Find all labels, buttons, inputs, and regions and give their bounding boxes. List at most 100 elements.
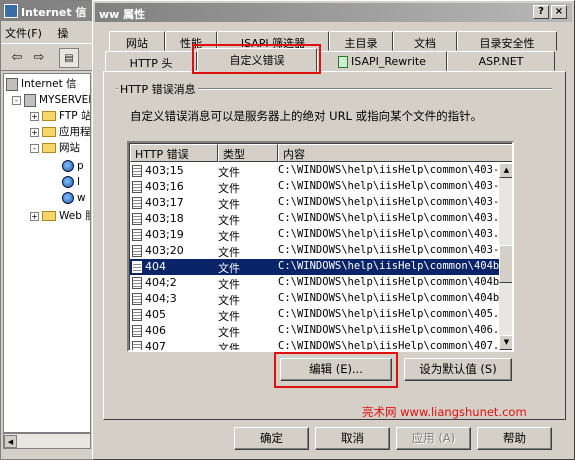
list-row[interactable]: 404 文件 C:\WINDOWS\help\iisHelp\common\404b… bbox=[130, 259, 499, 275]
tree-item-app-pools[interactable]: + 应用程 bbox=[30, 124, 90, 140]
apply-button[interactable]: 应用 (A) bbox=[396, 427, 471, 450]
content-path-cell: C:\WINDOWS\help\iisHelp\common\403-... bbox=[278, 196, 499, 208]
document-icon bbox=[132, 325, 142, 337]
menu-file[interactable]: 文件(F) bbox=[5, 27, 42, 40]
list-row[interactable]: 403;17 文件 C:\WINDOWS\help\iisHelp\common\4… bbox=[130, 195, 499, 211]
type-cell: 文件 bbox=[218, 342, 240, 350]
show-hide-tree-icon[interactable]: ▤ bbox=[59, 48, 79, 68]
content-path-cell: C:\WINDOWS\help\iisHelp\common\403-... bbox=[278, 244, 499, 256]
cancel-button[interactable]: 取消 bbox=[315, 427, 390, 450]
tree-item-site-p[interactable]: p bbox=[62, 158, 84, 174]
scroll-thumb[interactable] bbox=[499, 245, 512, 283]
document-icon bbox=[132, 277, 142, 289]
back-arrow-icon[interactable]: ⇦ bbox=[7, 48, 27, 68]
error-code-cell: 403;18 bbox=[132, 212, 184, 225]
tree-item-web-service[interactable]: +Web 服 bbox=[30, 208, 90, 224]
collapse-icon[interactable]: - bbox=[30, 143, 39, 153]
error-code-text: 404;3 bbox=[145, 292, 177, 305]
error-code-cell: 404;3 bbox=[132, 292, 177, 305]
content-path-cell: C:\WINDOWS\help\iisHelp\common\404b.h bbox=[278, 260, 499, 272]
help-title-button[interactable]: ? bbox=[533, 5, 549, 19]
edit-button[interactable]: 编辑 (E)... bbox=[280, 358, 392, 381]
type-cell: 文件 bbox=[218, 278, 240, 291]
list-vertical-scrollbar[interactable]: ▲ ▼ bbox=[499, 163, 512, 350]
content-path-cell: C:\WINDOWS\help\iisHelp\common\406.ht bbox=[278, 324, 499, 336]
list-row[interactable]: 403;15 文件 C:\WINDOWS\help\iisHelp\common\4… bbox=[130, 163, 499, 179]
content-path-cell: C:\WINDOWS\help\iisHelp\common\403.ht bbox=[278, 212, 499, 224]
folder-icon bbox=[42, 111, 56, 121]
error-code-text: 404;2 bbox=[145, 276, 177, 289]
type-cell: 文件 bbox=[218, 326, 240, 339]
help-button[interactable]: 帮助 bbox=[477, 427, 552, 450]
list-row[interactable]: 403;20 文件 C:\WINDOWS\help\iisHelp\common\4… bbox=[130, 243, 499, 259]
website-globe-icon bbox=[62, 176, 74, 188]
expand-icon[interactable]: + bbox=[30, 111, 39, 121]
document-icon bbox=[132, 341, 142, 350]
error-code-text: 403;17 bbox=[145, 196, 184, 209]
folder-icon bbox=[42, 127, 56, 137]
server-icon bbox=[24, 93, 36, 107]
scroll-left-icon[interactable]: ◀ bbox=[4, 435, 17, 448]
list-rows: 403;15 文件 C:\WINDOWS\help\iisHelp\common\4… bbox=[130, 163, 499, 350]
ok-button[interactable]: 确定 bbox=[234, 427, 309, 450]
tab-aspnet[interactable]: ASP.NET bbox=[447, 51, 555, 71]
type-cell: 文件 bbox=[218, 262, 240, 275]
list-row[interactable]: 407 文件 C:\WINDOWS\help\iisHelp\common\407.… bbox=[130, 339, 499, 350]
error-code-text: 403;20 bbox=[145, 244, 184, 257]
column-http-error[interactable]: HTTP 错误 bbox=[130, 144, 218, 162]
tree-item-site-w[interactable]: w bbox=[62, 190, 86, 206]
document-icon bbox=[132, 213, 142, 225]
list-row[interactable]: 404;2 文件 C:\WINDOWS\help\iisHelp\common\40… bbox=[130, 275, 499, 291]
menu-action[interactable]: 操 bbox=[57, 27, 68, 40]
collapse-icon[interactable]: - bbox=[12, 95, 21, 105]
dialog-titlebar: ww 属性 ? × bbox=[95, 3, 572, 22]
expand-icon[interactable]: + bbox=[30, 211, 39, 221]
document-icon bbox=[132, 245, 142, 257]
list-row[interactable]: 403;16 文件 C:\WINDOWS\help\iisHelp\common\4… bbox=[130, 179, 499, 195]
close-title-button[interactable]: × bbox=[551, 5, 567, 19]
type-cell: 文件 bbox=[218, 214, 240, 227]
tree-item-ftp[interactable]: + FTP 站 bbox=[30, 108, 90, 124]
tab-home-directory[interactable]: 主目录 bbox=[329, 31, 393, 51]
content-path-cell: C:\WINDOWS\help\iisHelp\common\405.ht bbox=[278, 308, 499, 320]
http-error-list[interactable]: HTTP 错误 类型 内容 403;15 文件 C:\WINDOWS\help\ii… bbox=[127, 141, 514, 352]
set-default-button[interactable]: 设为默认值 (S) bbox=[404, 358, 512, 381]
tree-item-websites[interactable]: - 网站 bbox=[30, 140, 80, 156]
tab-website[interactable]: 网站 bbox=[109, 31, 165, 51]
scroll-down-icon[interactable]: ▼ bbox=[499, 335, 512, 350]
tab-documents[interactable]: 文档 bbox=[393, 31, 457, 51]
error-code-cell: 403;16 bbox=[132, 180, 184, 193]
tree-item-internet[interactable]: Internet 信 bbox=[6, 76, 77, 92]
tab-directory-security[interactable]: 目录安全性 bbox=[457, 31, 557, 51]
column-content[interactable]: 内容 bbox=[278, 144, 512, 162]
list-row[interactable]: 404;3 文件 C:\WINDOWS\help\iisHelp\common\40… bbox=[130, 291, 499, 307]
list-row[interactable]: 406 文件 C:\WINDOWS\help\iisHelp\common\406.… bbox=[130, 323, 499, 339]
content-path-cell: C:\WINDOWS\help\iisHelp\common\404b.h bbox=[278, 276, 499, 288]
type-cell: 文件 bbox=[218, 310, 240, 323]
document-icon bbox=[132, 229, 142, 241]
document-icon bbox=[132, 261, 142, 273]
document-icon bbox=[132, 197, 142, 209]
tab-isapi-rewrite[interactable]: ISAPI_Rewrite bbox=[317, 51, 447, 71]
expand-icon[interactable]: + bbox=[30, 127, 39, 137]
scroll-up-icon[interactable]: ▲ bbox=[499, 163, 512, 178]
type-cell: 文件 bbox=[218, 294, 240, 307]
list-row[interactable]: 403;18 文件 C:\WINDOWS\help\iisHelp\common\4… bbox=[130, 211, 499, 227]
list-row[interactable]: 403;19 文件 C:\WINDOWS\help\iisHelp\common\4… bbox=[130, 227, 499, 243]
list-header: HTTP 错误 类型 内容 bbox=[130, 144, 512, 162]
tab-http-headers[interactable]: HTTP 头 bbox=[105, 51, 197, 71]
document-icon bbox=[132, 165, 142, 177]
content-path-cell: C:\WINDOWS\help\iisHelp\common\403.ht bbox=[278, 228, 499, 240]
error-code-cell: 403;17 bbox=[132, 196, 184, 209]
type-cell: 文件 bbox=[218, 198, 240, 211]
tree-item-site-l[interactable]: l bbox=[62, 174, 80, 190]
error-code-cell: 406 bbox=[132, 324, 166, 337]
tab-custom-errors[interactable]: 自定义错误 bbox=[197, 48, 317, 72]
column-type[interactable]: 类型 bbox=[218, 144, 278, 162]
forward-arrow-icon[interactable]: ⇨ bbox=[29, 48, 49, 68]
tree-item-server[interactable]: - MYSERVER bbox=[12, 92, 90, 108]
rewrite-icon bbox=[338, 56, 349, 68]
list-row[interactable]: 405 文件 C:\WINDOWS\help\iisHelp\common\405.… bbox=[130, 307, 499, 323]
content-path-cell: C:\WINDOWS\help\iisHelp\common\403-... bbox=[278, 164, 499, 176]
tree-horizontal-scrollbar[interactable]: ◀ bbox=[3, 433, 91, 449]
